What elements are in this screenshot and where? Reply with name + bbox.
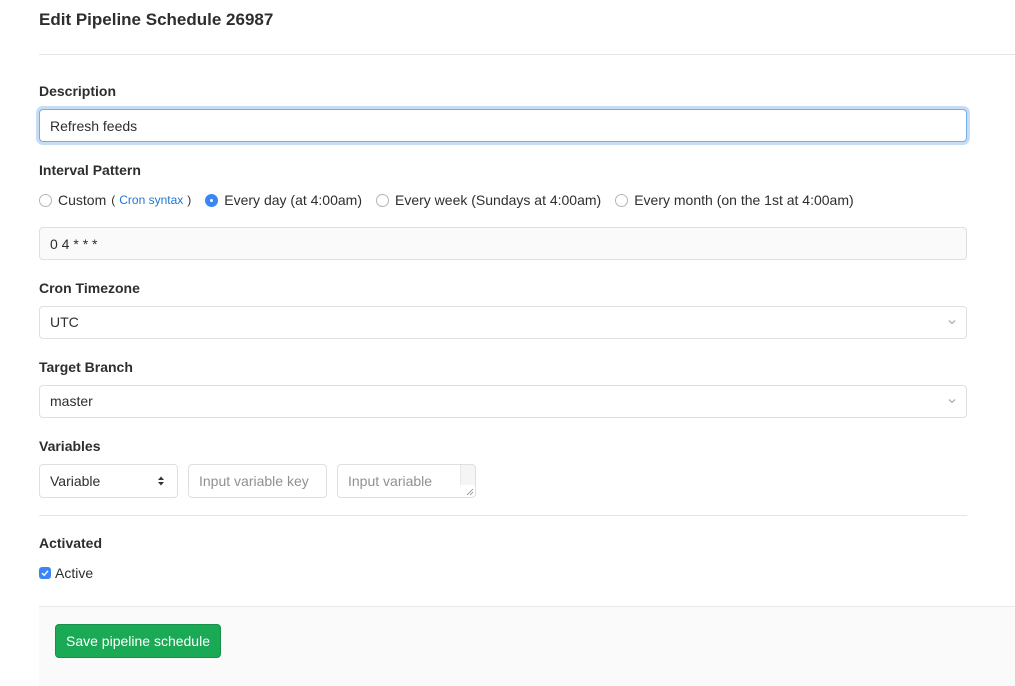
cron-pattern-input[interactable]: [39, 227, 967, 260]
variable-value-textarea[interactable]: Input variable value: [337, 464, 476, 498]
branch-value: master: [50, 393, 93, 409]
radio-every-day-button[interactable]: [205, 193, 219, 207]
interval-radio-group: Custom ( Cron syntax ) Every day (at 4:0…: [39, 190, 868, 210]
variable-key-placeholder: Input variable key: [199, 473, 309, 489]
chevron-down-icon: [948, 399, 956, 404]
variables-label: Variables: [39, 438, 101, 454]
cron-syntax-link[interactable]: Cron syntax: [119, 193, 183, 207]
radio-custom-label: Custom: [58, 192, 107, 208]
activated-label: Activated: [39, 535, 103, 551]
variable-type-value: Variable: [50, 473, 101, 489]
cron-timezone-label: Cron Timezone: [39, 280, 140, 296]
active-checkbox[interactable]: [39, 567, 51, 579]
save-pipeline-schedule-button[interactable]: Save pipeline schedule: [55, 624, 221, 658]
timezone-value: UTC: [50, 314, 79, 330]
branch-dropdown[interactable]: master: [39, 385, 967, 418]
radio-every-day[interactable]: Every day (at 4:00am): [205, 192, 362, 208]
form-actions: Save pipeline schedule: [39, 606, 1015, 686]
paren-close: ): [187, 193, 192, 207]
target-branch-label: Target Branch: [39, 359, 133, 375]
variable-type-select[interactable]: Variable: [39, 464, 178, 498]
page-title: Edit Pipeline Schedule 26987: [39, 10, 274, 29]
description-label: Description: [39, 83, 117, 99]
active-checkbox-row[interactable]: Active: [39, 564, 93, 582]
radio-every-month-label: Every month (on the 1st at 4:00am): [634, 192, 854, 208]
variable-key-input[interactable]: Input variable key: [188, 464, 327, 498]
checkmark-icon: [41, 570, 49, 577]
chevron-down-icon: [948, 320, 956, 325]
resize-grip-icon[interactable]: [466, 488, 474, 496]
active-checkbox-label: Active: [55, 565, 94, 581]
textarea-scrollbar[interactable]: [460, 465, 475, 485]
interval-pattern-label: Interval Pattern: [39, 162, 141, 178]
variable-value-placeholder: Input variable value: [348, 473, 433, 489]
radio-every-month[interactable]: Every month (on the 1st at 4:00am): [615, 192, 854, 208]
radio-every-month-button[interactable]: [615, 193, 629, 207]
radio-every-week-label: Every week (Sundays at 4:00am): [395, 192, 602, 208]
title-divider: [39, 54, 1015, 55]
paren-open: (: [111, 193, 116, 207]
radio-custom-button[interactable]: [39, 193, 52, 207]
description-input[interactable]: [39, 109, 967, 142]
radio-every-day-label: Every day (at 4:00am): [224, 192, 362, 208]
radio-every-week[interactable]: Every week (Sundays at 4:00am): [376, 192, 601, 208]
sort-arrows-icon: [158, 476, 164, 486]
section-divider: [39, 515, 967, 516]
radio-custom[interactable]: Custom ( Cron syntax ): [39, 192, 191, 208]
timezone-dropdown[interactable]: UTC: [39, 306, 967, 339]
radio-every-week-button[interactable]: [376, 193, 389, 207]
